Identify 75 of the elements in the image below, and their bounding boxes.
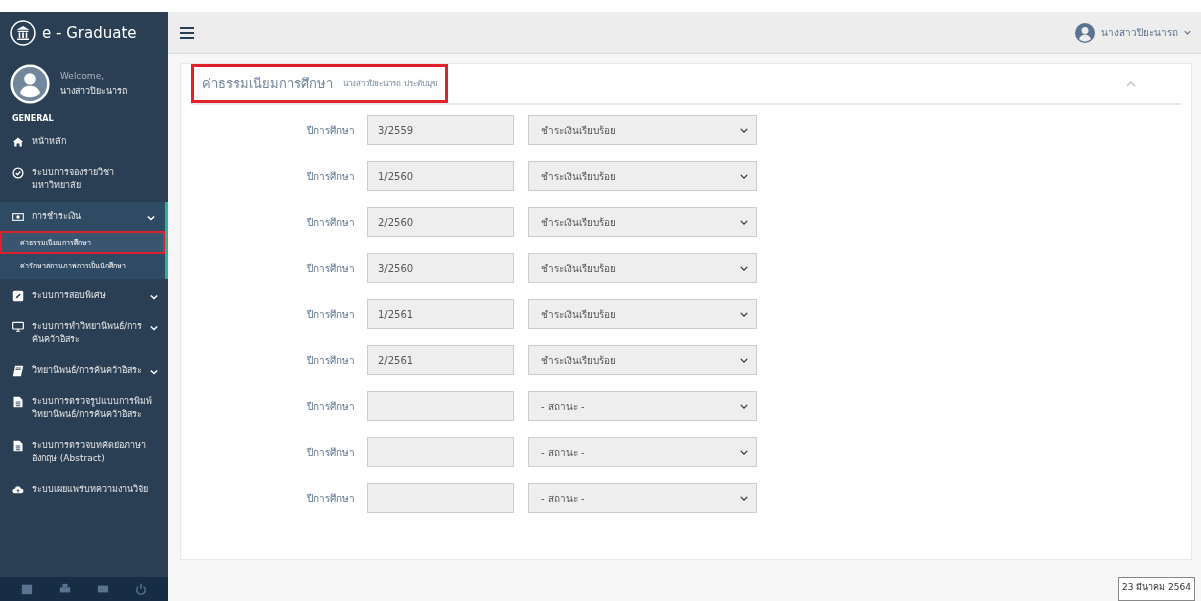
field-label: ปีการศึกษา: [305, 261, 355, 276]
year-field[interactable]: 2/2561: [367, 345, 514, 375]
status-dropdown[interactable]: - สถานะ -: [528, 437, 757, 467]
year-field[interactable]: [367, 483, 514, 513]
year-field[interactable]: [367, 437, 514, 467]
document-icon: [12, 440, 24, 452]
year-field[interactable]: 1/2561: [367, 299, 514, 329]
date-tooltip: 23 มีนาคม 2564: [1117, 577, 1195, 601]
welcome-text: Welcome,: [60, 70, 106, 81]
avatar-icon: [10, 64, 50, 104]
chevron-down-icon: [740, 219, 748, 225]
chevron-down-icon: [150, 294, 158, 300]
menu-item[interactable]: ระบบเผยแพร่บทความงานวิจัย: [0, 475, 168, 504]
status-dropdown[interactable]: - สถานะ -: [528, 391, 757, 421]
field-label: ปีการศึกษา: [305, 169, 355, 184]
status-dropdown[interactable]: ชำระเงินเรียบร้อย: [528, 115, 757, 145]
chevron-down-icon: [740, 357, 748, 363]
chevron-down-icon: [740, 449, 748, 455]
chevron-down-icon: [147, 215, 155, 221]
menu-item[interactable]: ระบบการสอบพิเศษ: [0, 281, 168, 310]
menu-item[interactable]: ระบบการตรวจบทคัดย่อภาษาอังกฤษ (Abstract): [0, 431, 168, 473]
field-label: ปีการศึกษา: [305, 123, 355, 138]
check-circle-icon: [12, 167, 24, 179]
cloud-upload-icon: [12, 484, 24, 496]
monitor-icon: [12, 321, 24, 333]
year-field[interactable]: 2/2560: [367, 207, 514, 237]
chevron-down-icon: [740, 495, 748, 501]
status-dropdown[interactable]: ชำระเงินเรียบร้อย: [528, 299, 757, 329]
money-icon: [12, 211, 24, 223]
status-dropdown[interactable]: ชำระเงินเรียบร้อย: [528, 207, 757, 237]
chevron-down-icon: [740, 127, 748, 133]
menu-icon[interactable]: [180, 26, 194, 39]
field-label: ปีการศึกษา: [305, 399, 355, 414]
user-menu[interactable]: นางสาวปิยะนารถ: [1075, 22, 1191, 43]
year-field[interactable]: 1/2560: [367, 161, 514, 191]
year-field[interactable]: [367, 391, 514, 421]
year-field[interactable]: 3/2560: [367, 253, 514, 283]
printer-icon[interactable]: [59, 583, 71, 595]
chevron-down-icon: [150, 325, 158, 331]
home-icon: [12, 136, 24, 148]
field-label: ปีการศึกษา: [305, 445, 355, 460]
menu-item[interactable]: วิทยานิพนธ์/การค้นคว้าอิสระ: [0, 356, 168, 385]
book-icon: [12, 365, 24, 377]
app-title[interactable]: e - Graduate: [42, 24, 137, 42]
chevron-down-icon: [150, 369, 158, 375]
user-icon: [1075, 22, 1095, 43]
field-label: ปีการศึกษา: [305, 353, 355, 368]
field-label: ปีการศึกษา: [305, 491, 355, 506]
document-icon: [12, 396, 24, 408]
field-label: ปีการศึกษา: [305, 307, 355, 322]
chevron-down-icon: [740, 403, 748, 409]
menu-item[interactable]: ระบบการทำวิทยานิพนธ์/การค้นคว้าอิสระ: [0, 312, 168, 354]
message-icon[interactable]: [97, 583, 109, 595]
power-icon[interactable]: [135, 583, 147, 595]
panel-title: ค่าธรรมเนียมการศึกษา นางสาวปิยะนารถ ประดับมุข: [191, 64, 448, 103]
menu-item[interactable]: การชำระเงิน: [0, 202, 165, 231]
field-label: ปีการศึกษา: [305, 215, 355, 230]
status-dropdown[interactable]: ชำระเงินเรียบร้อย: [528, 253, 757, 283]
chevron-down-icon: [740, 265, 748, 271]
user-name: นางสาวปิยะนารถ: [60, 84, 127, 98]
status-dropdown[interactable]: ชำระเงินเรียบร้อย: [528, 345, 757, 375]
chevron-down-icon: [740, 311, 748, 317]
pencil-icon: [12, 290, 24, 302]
chevron-down-icon: [1184, 30, 1191, 35]
chevron-down-icon: [740, 173, 748, 179]
year-field[interactable]: 3/2559: [367, 115, 514, 145]
menu-item[interactable]: หน้าหลัก: [0, 127, 168, 156]
calendar-icon[interactable]: [21, 583, 33, 595]
chevron-up-icon[interactable]: [1126, 80, 1136, 87]
section-heading: GENERAL: [11, 113, 55, 125]
menu-item[interactable]: ระบบการจองรายวิชามหาวิทยาลัย: [0, 158, 168, 200]
menu-item[interactable]: ระบบการตรวจรูปแบบการพิมพ์วิทยานิพนธ์/การค้นคว้าอิสระ: [0, 387, 168, 429]
status-dropdown[interactable]: - สถานะ -: [528, 483, 757, 513]
bank-icon: [10, 20, 36, 46]
status-dropdown[interactable]: ชำระเงินเรียบร้อย: [528, 161, 757, 191]
